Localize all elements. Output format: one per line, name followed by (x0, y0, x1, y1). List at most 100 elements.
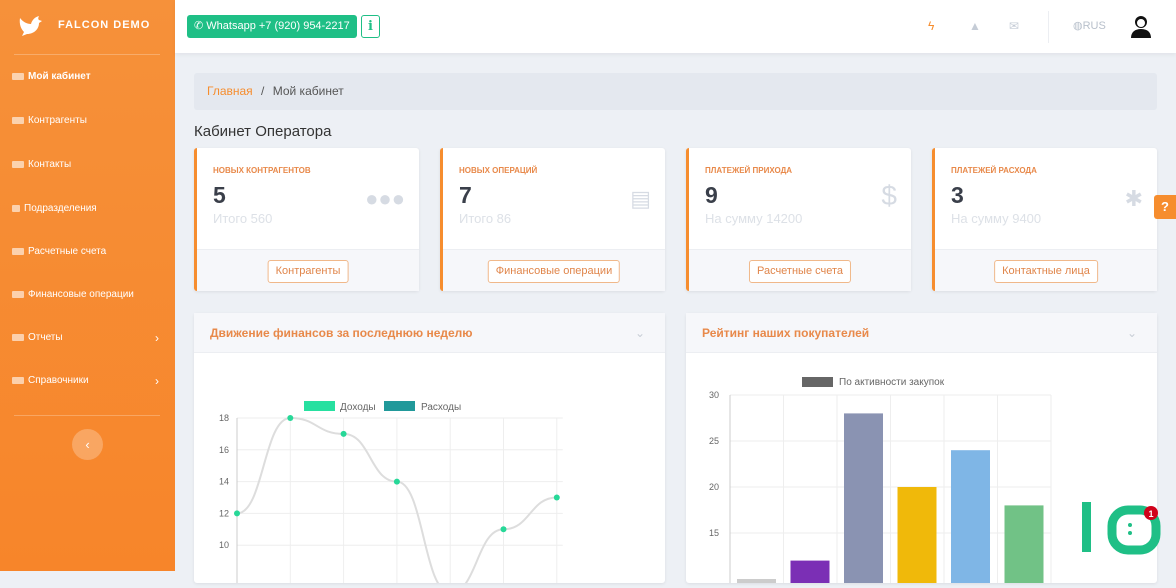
y-tick-label: 15 (709, 528, 719, 538)
info-button[interactable]: i (361, 15, 380, 38)
sidebar-item-cabinet[interactable]: Мой кабинет (12, 71, 162, 82)
data-point (340, 430, 347, 437)
breadcrumb: Главная / Мой кабинет (194, 73, 1157, 110)
legend-label: Расходы (421, 402, 461, 413)
sidebar: FALCON DEMO Мой кабинет Контрагенты Конт… (0, 0, 175, 571)
sidebar-item-label: Расчетные счета (28, 246, 107, 257)
bar (790, 560, 830, 588)
sidebar-item-departments[interactable]: Подразделения (12, 203, 162, 214)
help-button[interactable]: ? (1154, 195, 1176, 219)
bar (737, 579, 776, 588)
chevron-down-icon[interactable]: ⌄ (635, 313, 645, 353)
bar (951, 450, 990, 588)
clipboard-list-icon: ▤ (630, 186, 651, 211)
line-chart-icon (12, 334, 24, 341)
stat-card-income: ПЛАТЕЖЕЙ ПРИХОДА 9 На сумму 14200 $ Расч… (686, 148, 911, 291)
card-footer: Контрагенты (197, 249, 419, 291)
bar (897, 487, 937, 588)
card-value: 9 (705, 182, 718, 208)
card-label: ПЛАТЕЖЕЙ РАСХОДА (951, 166, 1037, 175)
contact-persons-button[interactable]: Контактные лица (994, 260, 1098, 283)
data-point (287, 415, 294, 421)
handshake-icon (12, 117, 24, 124)
dollar-icon: $ (881, 180, 897, 211)
card-footer: Контактные лица (935, 249, 1157, 291)
users-icon: ●●● (365, 186, 405, 211)
sidebar-item-reports[interactable]: Отчеты › (12, 330, 162, 345)
bell-icon[interactable]: ▲ (969, 19, 981, 33)
divider (1048, 11, 1049, 43)
breadcrumb-separator: / (261, 84, 265, 98)
panel-header: Движение финансов за последнюю неделю ⌄ (194, 313, 665, 353)
sidebar-item-label: Отчеты (28, 332, 63, 343)
chart-area-icon (12, 73, 24, 80)
book-icon (12, 377, 24, 384)
legend-swatch (304, 401, 335, 411)
card-subtext: Итого 86 (459, 211, 512, 226)
envelope-icon[interactable]: ✉ (1009, 19, 1019, 33)
fin-operations-button[interactable]: Финансовые операции (487, 260, 621, 283)
sidebar-item-label: Мой кабинет (28, 71, 91, 82)
money-icon (12, 291, 24, 298)
whatsapp-button[interactable]: ✆ Whatsapp +7 (920) 954-2217 (187, 15, 357, 38)
counterparties-button[interactable]: Контрагенты (267, 260, 349, 283)
stat-card-operations: НОВЫХ ОПЕРАЦИЙ 7 Итого 86 ▤ Финансовые о… (440, 148, 665, 291)
whatsapp-label: Whatsapp +7 (920) 954-2217 (206, 20, 350, 32)
y-tick-label: 25 (709, 436, 719, 446)
breadcrumb-home-link[interactable]: Главная (207, 84, 253, 98)
panel-title: Рейтинг наших покупателей (702, 326, 870, 340)
stat-card-expense: ПЛАТЕЖЕЙ РАСХОДА 3 На сумму 9400 ✱ Конта… (932, 148, 1157, 291)
chat-widget-button[interactable]: 1 (1078, 500, 1162, 556)
y-tick-label: 30 (709, 390, 719, 400)
sidebar-item-label: Контакты (28, 159, 72, 170)
language-selector[interactable]: ◍RUS (1073, 19, 1106, 32)
card-value: 5 (213, 182, 226, 208)
card-label: НОВЫХ КОНТРАГЕНТОВ (213, 166, 311, 175)
chevron-right-icon: › (155, 330, 159, 345)
card-subtext: На сумму 14200 (705, 211, 803, 226)
page-title: Кабинет Оператора (194, 123, 332, 140)
sidebar-item-label: Контрагенты (28, 115, 87, 126)
card-value: 3 (951, 182, 964, 208)
credit-card-icon (12, 248, 24, 255)
card-footer: Финансовые операции (443, 249, 665, 291)
sidebar-item-label: Справочники (28, 375, 89, 386)
avatar[interactable] (1130, 14, 1152, 38)
card-value: 7 (459, 182, 472, 208)
legend-swatch (384, 401, 415, 411)
card-subtext: На сумму 9400 (951, 211, 1042, 226)
card-footer: Расчетные счета (689, 249, 911, 291)
card-label: НОВЫХ ОПЕРАЦИЙ (459, 166, 538, 175)
address-card-icon (12, 161, 24, 168)
logo[interactable]: FALCON DEMO (18, 12, 150, 38)
bar (844, 413, 883, 588)
dove-icon (19, 16, 42, 36)
sidebar-item-label: Подразделения (24, 203, 97, 214)
y-tick-label: 18 (219, 413, 229, 423)
globe-icon: ◍ (1073, 20, 1083, 32)
divider (14, 54, 160, 55)
y-tick-label: 10 (219, 540, 229, 550)
card-label: ПЛАТЕЖЕЙ ПРИХОДА (705, 166, 793, 175)
collapse-sidebar-button[interactable]: ‹ (72, 429, 103, 460)
sidebar-item-references[interactable]: Справочники › (12, 374, 162, 388)
legend-swatch (802, 377, 833, 387)
finance-line-chart: 10 12 14 16 18 Доходы Расходы (219, 401, 563, 588)
bar (1004, 505, 1044, 588)
chevron-down-icon[interactable]: ⌄ (1127, 313, 1137, 353)
bolt-icon[interactable]: ϟ (928, 19, 934, 33)
divider (14, 415, 160, 416)
legend-label: Доходы (340, 402, 376, 413)
building-icon (12, 205, 20, 212)
stat-card-counterparties: НОВЫХ КОНТРАГЕНТОВ 5 Итого 560 ●●● Контр… (194, 148, 419, 291)
y-tick-label: 14 (219, 477, 229, 487)
accounts-button[interactable]: Расчетные счета (748, 260, 852, 283)
sidebar-item-contacts[interactable]: Контакты (12, 159, 162, 170)
sidebar-item-fin-operations[interactable]: Финансовые операции (12, 289, 162, 300)
y-tick-label: 12 (219, 508, 229, 518)
data-point (553, 494, 560, 501)
sidebar-item-accounts[interactable]: Расчетные счета (12, 246, 162, 257)
data-point (393, 478, 400, 485)
sidebar-item-counterparties[interactable]: Контрагенты (12, 115, 162, 126)
breadcrumb-current: Мой кабинет (272, 84, 344, 98)
